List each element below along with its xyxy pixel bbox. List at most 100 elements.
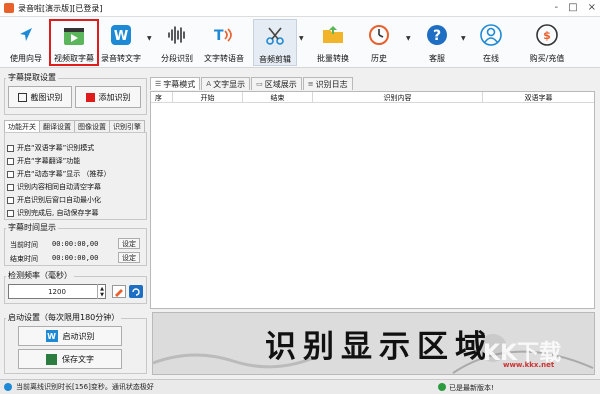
play-red-icon [85,92,95,102]
option-auto-minimize[interactable]: 开启识别后窗口自动最小化 [7,195,101,205]
close-button[interactable]: × [588,2,596,13]
option-auto-save[interactable]: 识别完成后, 自动保存字幕 [7,208,98,218]
toolbar-label: 分段识别 [161,54,193,63]
toolbar-label: 在线 [483,54,499,63]
toolbar-label: 客服 [429,54,445,63]
save-icon [46,353,57,365]
checkbox[interactable] [7,196,14,204]
option-bilingual[interactable]: 开启“双语字幕”识别模式 [7,143,94,153]
refresh-icon[interactable] [129,285,143,298]
frequency-stepper[interactable]: ▲ ▼ [97,284,106,299]
toolbar-history-button[interactable]: 历史 [362,19,396,66]
save-text-label: 保存文字 [62,354,94,364]
main-tab-bar: ☰ 字幕模式 A 文字显示 ▭ 区域展示 ≡ 识别日志 [150,77,354,91]
edit-pencil-icon[interactable] [112,285,126,298]
set-current-time-button[interactable]: 设定 [118,238,140,249]
tab-region-display[interactable]: ▭ 区域展示 [251,77,302,90]
screenshot-recognize-label: 截图识别 [30,92,63,102]
current-time-value: 00:00:00,00 [52,240,99,248]
checkbox[interactable] [7,183,14,191]
app-logo-icon [4,3,14,13]
toolbar-support-button[interactable]: ? 客服 [420,19,454,66]
toolbar-label: 批量转换 [317,54,349,63]
tab-translation-settings[interactable]: 翻译设置 [39,120,75,132]
column-header-bilingual[interactable]: 双语字幕 [483,92,594,103]
toolbar-video-subtitle-button[interactable]: 视频取字幕 [49,19,99,66]
toolbar-label: 购买/充值 [529,54,565,63]
display-area-text: 识别显示区域 [265,329,493,365]
toolbar-segment-button[interactable]: 分段识别 [157,19,197,66]
svg-text:?: ? [433,28,441,44]
history-clock-icon [365,21,393,49]
add-recognize-label: 添加识别 [98,92,131,102]
maximize-button[interactable]: □ [568,2,577,13]
waveform-icon [163,21,191,49]
end-time-label: 结束时间 [10,255,38,263]
column-header-index[interactable]: 序 [151,92,173,103]
column-header-start[interactable]: 开始 [173,92,243,103]
toolbar-batch-convert-button[interactable]: 批量转换 [310,19,356,66]
screenshot-recognize-button[interactable]: 截图识别 [8,86,72,108]
chevron-down-icon[interactable]: ▼ [147,35,152,42]
status-left-text: 当前离线识别时长[156]变秒。通讯状态极好 [16,383,154,391]
column-header-content[interactable]: 识别内容 [313,92,483,103]
checkbox[interactable] [7,170,14,178]
user-online-icon [477,21,505,49]
svg-text:$: $ [543,29,551,42]
toolbar-guide-button[interactable]: 使用向导 [4,19,48,66]
toolbar-purchase-button[interactable]: $ 购买/充值 [522,19,572,66]
tab-text-display[interactable]: A 文字显示 [201,77,251,90]
option-dynamic-subtitle[interactable]: 开启“动态字幕”显示 （推荐） [7,169,110,179]
status-right-text: 已是最新版本! [449,384,494,392]
svg-text:W: W [114,29,128,44]
chevron-down-icon[interactable]: ▼ [299,35,304,42]
set-end-time-button[interactable]: 设定 [118,252,140,263]
toolbar-audio-edit-button[interactable]: 音频剪辑 [253,19,297,66]
checkbox[interactable] [7,144,14,152]
frequency-input[interactable]: 1200 [8,284,106,299]
text-a-icon: A [206,80,212,88]
window-title: 录音啦[演示版][已登录] [18,3,103,13]
toolbar-label: 视频取字幕 [54,54,94,63]
folder-icon [319,21,347,49]
list-icon: ☰ [155,80,162,88]
toolbar-audio-to-text-button[interactable]: W 录音转文字 [98,19,144,66]
tab-recognition-log[interactable]: ≡ 识别日志 [302,77,353,90]
launch-settings-title: 启动设置（每次限用180分钟） [6,312,122,323]
main-toolbar: 使用向导 视频取字幕 W 录音转文字 ▼ 分段识别 T 文字转语音 音频剪辑 ▼ [0,17,600,68]
update-check-icon [438,383,446,391]
minimize-button[interactable]: - [555,2,559,13]
toolbar-label: 使用向导 [10,54,42,63]
save-text-button[interactable]: 保存文字 [18,349,122,369]
screenshot-icon [17,92,27,102]
toolbar-text-to-speech-button[interactable]: T 文字转语音 [200,19,248,66]
video-play-icon [60,23,88,49]
option-translation[interactable]: 开启“字幕翻译”功能 [7,156,80,166]
help-question-icon: ? [423,21,451,49]
toolbar-online-button[interactable]: 在线 [474,19,508,66]
start-recognition-button[interactable]: W 启动识别 [18,326,122,346]
subtitle-table[interactable]: 序 开始 结束 识别内容 双语字幕 [150,91,595,309]
text-speech-icon: T [210,21,238,49]
chevron-down-icon[interactable]: ▼ [406,35,411,42]
title-bar: 录音啦[演示版][已登录] - □ × [0,0,600,17]
scissors-icon [261,22,289,50]
chevron-down-icon[interactable]: ▼ [461,35,466,42]
svg-text:T: T [214,28,224,44]
w-logo-icon: W [45,330,58,342]
checkbox[interactable] [7,209,14,217]
tab-subtitle-mode[interactable]: ☰ 字幕模式 [150,77,201,90]
watermark-url: www.kkx.net [503,361,555,369]
w-logo-icon: W [107,21,135,49]
subtitle-settings-title: 字幕提取设置 [6,72,58,83]
toolbar-label: 录音转文字 [101,54,141,63]
toolbar-label: 历史 [371,54,387,63]
toolbar-label: 文字转语音 [204,54,244,63]
tab-recognition-engine[interactable]: 识别引擎 [109,120,145,132]
tab-image-settings[interactable]: 图像设置 [74,120,110,132]
cursor-arrow-icon [12,21,40,49]
column-header-end[interactable]: 结束 [243,92,313,103]
option-clear-duplicate[interactable]: 识别内容相同自动清空字幕 [7,182,101,192]
add-recognize-button[interactable]: 添加识别 [75,86,141,108]
checkbox[interactable] [7,157,14,165]
